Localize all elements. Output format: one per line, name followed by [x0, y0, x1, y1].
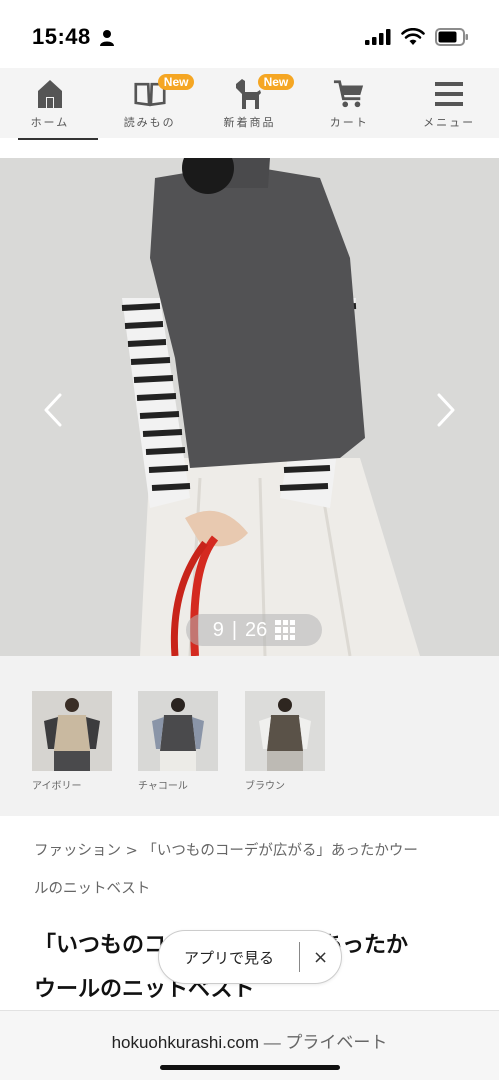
chevron-right-icon [437, 393, 455, 427]
nav-item-reading[interactable]: New 読みもの [100, 68, 200, 138]
image-counter[interactable]: 9 | 26 [186, 614, 322, 646]
product-photo [0, 158, 499, 656]
next-image-button[interactable] [431, 390, 461, 430]
color-thumbnails: アイボリー チャコール ブラウン [0, 656, 499, 816]
status-bar: 15:48 [0, 0, 499, 68]
grid-icon[interactable] [275, 620, 296, 640]
person-icon [100, 30, 114, 46]
product-image-gallery[interactable]: 9 | 26 [0, 158, 499, 656]
nav-label-menu: メニュー [423, 116, 476, 129]
thumbnail-image [138, 691, 218, 771]
nav-item-menu[interactable]: メニュー [399, 68, 499, 138]
chevron-left-icon [44, 393, 62, 427]
active-tab-underline [18, 138, 98, 140]
browser-address-bar[interactable]: hokuohkurashi.com — プライベート [0, 1010, 499, 1080]
image-counter-current: 9 [212, 618, 224, 641]
nav-item-new-arrivals[interactable]: New 新着商品 [200, 68, 300, 138]
signal-icon [365, 29, 391, 45]
cart-icon [334, 80, 364, 108]
new-badge-reading: New [157, 74, 195, 90]
home-icon [37, 80, 62, 108]
breadcrumb-line-1[interactable]: ファッション > 「いつものコーデが広がる」あったかウー [34, 832, 474, 870]
nav-label-home: ホーム [30, 116, 70, 129]
image-counter-total: 26 [245, 618, 268, 641]
status-icons [365, 28, 469, 46]
nav-label-cart: カート [329, 116, 369, 129]
thumbnail-ivory[interactable]: アイボリー [32, 691, 112, 792]
open-in-app-banner: アプリで見る × [158, 930, 342, 984]
home-indicator[interactable] [160, 1065, 340, 1070]
url-domain: hokuohkurashi.com [111, 1033, 259, 1052]
thumbnail-image [245, 691, 325, 771]
nav-item-home[interactable]: ホーム [0, 68, 100, 138]
thumbnail-charcoal[interactable]: チャコール [138, 691, 218, 792]
prev-image-button[interactable] [38, 390, 68, 430]
private-mode-label: — プライベート [258, 1033, 388, 1052]
thumbnail-label-ivory: アイボリー [32, 781, 82, 792]
battery-icon [435, 28, 468, 46]
open-in-app-button[interactable]: アプリで見る [159, 947, 299, 968]
thumbnail-label-brown: ブラウン [245, 781, 285, 792]
close-app-banner-button[interactable]: × [300, 947, 341, 968]
wifi-icon [401, 28, 425, 45]
nav-label-reading: 読みもの [123, 116, 176, 129]
status-time: 15:48 [32, 24, 91, 49]
breadcrumb-line-2[interactable]: ルのニットベスト [34, 870, 474, 908]
image-counter-separator: | [231, 618, 238, 641]
app-nav: ホーム New 読みもの New 新着商品 カート メニュー [0, 68, 499, 138]
breadcrumb: ファッション > 「いつものコーデが広がる」あったかウー ルのニットベスト [34, 832, 474, 908]
thumbnail-image [32, 691, 112, 771]
nav-item-cart[interactable]: カート [299, 68, 399, 138]
menu-icon [435, 82, 464, 106]
new-badge-new-arrivals: New [257, 74, 295, 90]
thumbnail-brown[interactable]: ブラウン [245, 691, 325, 792]
thumbnail-label-charcoal: チャコール [138, 781, 188, 792]
nav-label-new-arrivals: 新着商品 [223, 116, 276, 129]
url-display[interactable]: hokuohkurashi.com — プライベート [0, 1028, 499, 1053]
